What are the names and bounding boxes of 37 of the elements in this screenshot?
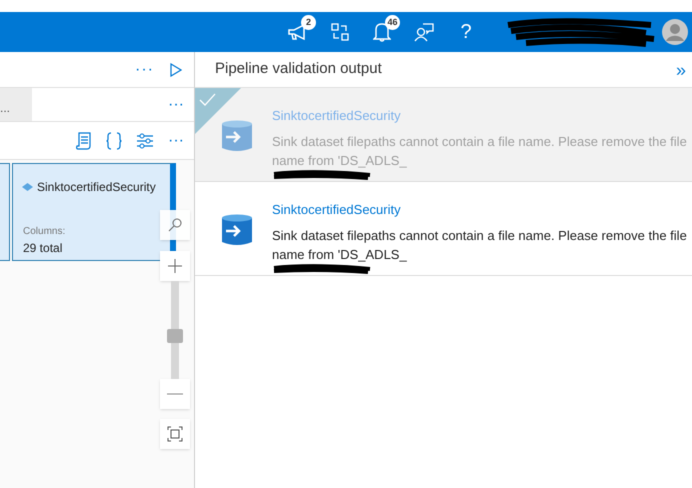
columns-value: 29 total [23,240,64,257]
item-message: Sink dataset filepaths cannot contain a file name. Please remove the file name from 'DS_ADLS_ [272,132,688,170]
node-card[interactable]: SinktocertifiedSecurity Columns: 29 total [12,163,176,261]
more-button[interactable]: ··· [168,128,184,152]
item-title-link[interactable]: SinktocertifiedSecurity [272,200,692,220]
script-icon[interactable] [76,132,92,150]
megaphone-icon [288,24,308,40]
item-message: Sink dataset filepaths cannot contain a file name. Please remove the file name from 'DS_ADLS_ [272,226,688,264]
person-feedback-icon [414,22,434,42]
search-button[interactable] [160,210,190,240]
dataset-icon [222,120,252,152]
slider-thumb[interactable] [167,328,183,343]
avatar-icon[interactable] [662,19,688,45]
help-button[interactable]: ? [452,17,480,47]
more-button[interactable]: ··· [168,92,194,116]
more-button[interactable]: ··· [135,58,154,82]
node-title: SinktocertifiedSecurity [37,179,156,196]
minus-icon [167,393,183,395]
tab[interactable]: ... [0,88,32,121]
fit-icon [167,426,183,442]
dataset-icon [222,214,252,246]
fit-button[interactable] [160,419,190,449]
plus-icon [168,259,182,273]
columns-label: Columns: [23,225,66,239]
node-card[interactable] [0,163,10,261]
count-badge: 46 [385,15,400,30]
collapse-button[interactable]: » [676,60,686,78]
braces-icon[interactable] [106,132,122,150]
panel-title: Pipeline validation output [215,59,382,80]
validation-item[interactable]: SinktocertifiedSecurity Sink dataset filepaths cannot contain a file name. Please remove the file name from 'DS_ADLS_ [195,88,692,182]
search-icon [168,218,182,232]
directory-icon [331,23,349,41]
count-badge: 2 [301,15,316,30]
play-icon[interactable] [170,62,182,76]
diamond-icon [21,182,34,192]
zoom-in-button[interactable] [160,251,190,281]
settings-sliders-icon[interactable] [136,132,154,148]
